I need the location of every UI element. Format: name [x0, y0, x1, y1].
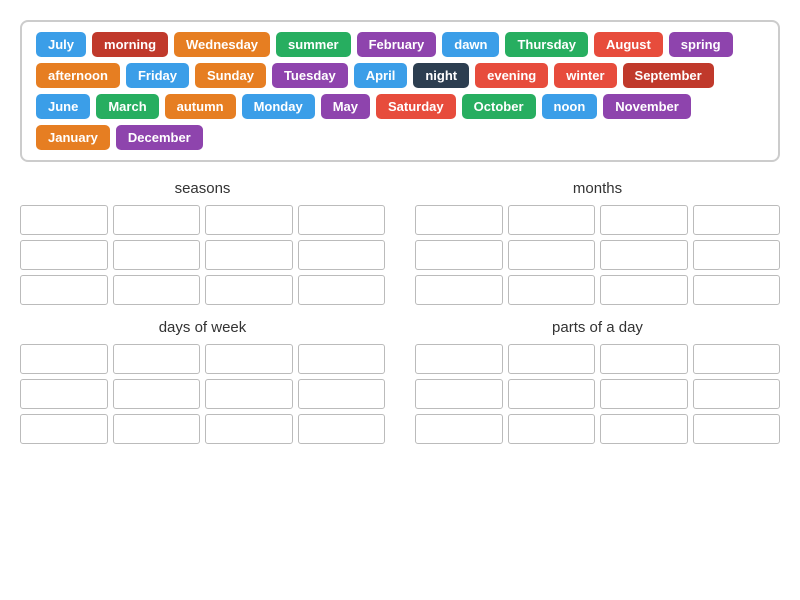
drop-cell[interactable]	[20, 275, 108, 305]
word-chip[interactable]: June	[36, 94, 90, 119]
drop-cell[interactable]	[113, 275, 201, 305]
word-chip[interactable]: April	[354, 63, 408, 88]
drop-cell[interactable]	[298, 240, 386, 270]
drop-cell[interactable]	[693, 240, 781, 270]
drop-cell[interactable]	[20, 344, 108, 374]
word-chip[interactable]: Wednesday	[174, 32, 270, 57]
drop-cell[interactable]	[508, 205, 596, 235]
days-title: days of week	[20, 319, 385, 336]
word-chip[interactable]: afternoon	[36, 63, 120, 88]
drop-cell[interactable]	[415, 414, 503, 444]
drop-cell[interactable]	[298, 205, 386, 235]
drop-cell[interactable]	[600, 240, 688, 270]
drop-cell[interactable]	[113, 414, 201, 444]
word-chip[interactable]: August	[594, 32, 663, 57]
months-block: months	[415, 180, 780, 305]
drop-cell[interactable]	[205, 275, 293, 305]
drop-cell[interactable]	[693, 414, 781, 444]
days-block: days of week	[20, 319, 385, 444]
drop-cell[interactable]	[205, 379, 293, 409]
drop-cell[interactable]	[693, 344, 781, 374]
drop-cell[interactable]	[298, 379, 386, 409]
parts-grid	[415, 344, 780, 444]
word-chip[interactable]: Monday	[242, 94, 315, 119]
word-chip[interactable]: Tuesday	[272, 63, 348, 88]
drop-cell[interactable]	[600, 344, 688, 374]
days-grid	[20, 344, 385, 444]
word-chip[interactable]: March	[96, 94, 158, 119]
drop-cell[interactable]	[415, 240, 503, 270]
drop-cell[interactable]	[298, 414, 386, 444]
word-chip[interactable]: noon	[542, 94, 598, 119]
drop-cell[interactable]	[205, 344, 293, 374]
seasons-title: seasons	[20, 180, 385, 197]
drop-cell[interactable]	[600, 205, 688, 235]
word-chip[interactable]: December	[116, 125, 203, 150]
drop-cell[interactable]	[508, 240, 596, 270]
drop-cell[interactable]	[205, 205, 293, 235]
months-title: months	[415, 180, 780, 197]
drop-cell[interactable]	[298, 344, 386, 374]
word-chip[interactable]: evening	[475, 63, 548, 88]
categories-area: seasons months	[20, 180, 780, 305]
drop-cell[interactable]	[20, 414, 108, 444]
drop-cell[interactable]	[600, 414, 688, 444]
word-chip[interactable]: May	[321, 94, 370, 119]
drop-cell[interactable]	[113, 240, 201, 270]
word-chip[interactable]: Saturday	[376, 94, 456, 119]
parts-title: parts of a day	[415, 319, 780, 336]
drop-cell[interactable]	[20, 205, 108, 235]
word-chip[interactable]: morning	[92, 32, 168, 57]
word-chip[interactable]: summer	[276, 32, 351, 57]
drop-cell[interactable]	[415, 379, 503, 409]
drop-cell[interactable]	[20, 379, 108, 409]
drop-cell[interactable]	[113, 344, 201, 374]
drop-cell[interactable]	[508, 414, 596, 444]
word-chip[interactable]: February	[357, 32, 437, 57]
drop-cell[interactable]	[600, 379, 688, 409]
drop-cell[interactable]	[415, 275, 503, 305]
word-chip[interactable]: winter	[554, 63, 616, 88]
drop-cell[interactable]	[508, 344, 596, 374]
drop-cell[interactable]	[20, 240, 108, 270]
word-chip[interactable]: dawn	[442, 32, 499, 57]
categories-area-2: days of week parts of a day	[20, 319, 780, 444]
word-chip[interactable]: night	[413, 63, 469, 88]
drop-cell[interactable]	[693, 379, 781, 409]
word-chip[interactable]: November	[603, 94, 691, 119]
drop-cell[interactable]	[508, 275, 596, 305]
seasons-block: seasons	[20, 180, 385, 305]
word-chip[interactable]: Sunday	[195, 63, 266, 88]
drop-cell[interactable]	[298, 275, 386, 305]
drop-cell[interactable]	[693, 205, 781, 235]
word-chip[interactable]: July	[36, 32, 86, 57]
drop-cell[interactable]	[693, 275, 781, 305]
word-chip[interactable]: autumn	[165, 94, 236, 119]
drop-cell[interactable]	[205, 240, 293, 270]
parts-block: parts of a day	[415, 319, 780, 444]
drop-cell[interactable]	[205, 414, 293, 444]
drop-cell[interactable]	[415, 205, 503, 235]
months-grid	[415, 205, 780, 305]
drop-cell[interactable]	[113, 205, 201, 235]
word-chip[interactable]: spring	[669, 32, 733, 57]
word-chip[interactable]: October	[462, 94, 536, 119]
word-chip[interactable]: September	[623, 63, 714, 88]
drop-cell[interactable]	[415, 344, 503, 374]
drop-cell[interactable]	[600, 275, 688, 305]
word-chip[interactable]: Friday	[126, 63, 189, 88]
seasons-grid	[20, 205, 385, 305]
word-chip[interactable]: Thursday	[505, 32, 588, 57]
drop-cell[interactable]	[508, 379, 596, 409]
drop-cell[interactable]	[113, 379, 201, 409]
word-chip[interactable]: January	[36, 125, 110, 150]
word-bank: JulymorningWednesdaysummerFebruarydawnTh…	[20, 20, 780, 162]
